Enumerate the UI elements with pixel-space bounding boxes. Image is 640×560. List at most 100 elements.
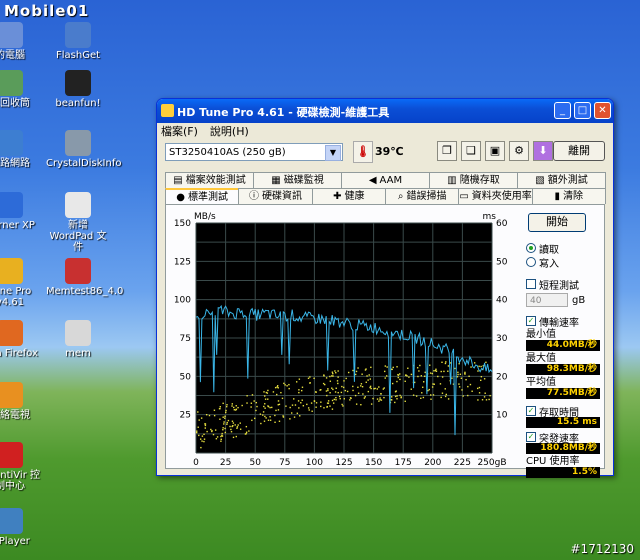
desktop-icon[interactable]: mem xyxy=(46,320,110,359)
access-time-point xyxy=(201,440,203,442)
access-time-point xyxy=(458,386,461,388)
access-time-point xyxy=(220,440,222,442)
access-time-point xyxy=(378,386,380,388)
cpu-value: 1.5% xyxy=(526,467,600,478)
access-time-point xyxy=(239,428,242,430)
desktop-icon[interactable]: 網絡電視 xyxy=(0,382,42,421)
save-button[interactable]: ▣ xyxy=(485,141,505,161)
desktop-icon[interactable]: CrystalDiskInfo xyxy=(46,130,121,169)
desktop-icon[interactable]: MPlayer xyxy=(0,508,42,547)
read-radio[interactable]: 讀取 xyxy=(526,242,606,256)
tab-health[interactable]: ✚ 健康 xyxy=(311,188,386,204)
access-time-point xyxy=(277,400,280,402)
folder-icon: ▭ xyxy=(459,191,469,202)
access-time-point xyxy=(196,431,198,434)
drive-select-value: ST3250410AS (250 gB) xyxy=(169,147,286,158)
title-bar[interactable]: HD Tune Pro 4.61 - 硬碟檢測-維護工具 _ □ ✕ xyxy=(157,99,613,123)
access-time-point xyxy=(396,380,398,383)
access-time-point xyxy=(376,398,379,400)
tab-benchmark[interactable]: ● 標準測試 xyxy=(165,188,240,204)
tab-scan[interactable]: ⌕ 錯誤掃描 xyxy=(384,188,460,204)
copy-image-button[interactable]: ❑ xyxy=(461,141,481,161)
copy-icon: ❐ xyxy=(442,144,452,157)
start-button[interactable]: 開始 xyxy=(528,213,586,232)
desktop-icon[interactable]: Memtest86_4.0 xyxy=(46,258,123,297)
access-time-point xyxy=(263,391,265,393)
tab-disk-monitor[interactable]: ▦ 磁碟監視 xyxy=(253,172,342,188)
access-checkbox[interactable]: ✓ 存取時間 xyxy=(526,405,606,419)
access-time-point xyxy=(410,373,413,376)
desktop-icon[interactable]: ra AntiVir 控制中心 xyxy=(0,442,42,492)
tab-folder[interactable]: ▭ 資料夾使用率 xyxy=(458,188,533,204)
menu-help[interactable]: 說明(H) xyxy=(210,123,249,139)
tab-speaker[interactable]: ◀ AAM xyxy=(341,172,430,188)
access-time-point xyxy=(235,405,237,407)
desktop-icon[interactable]: 源回收筒 xyxy=(0,70,42,109)
desktop-icon[interactable]: 網路網路 xyxy=(0,130,42,169)
access-time-point xyxy=(239,422,241,424)
access-time-point xyxy=(478,392,481,394)
access-time-point xyxy=(444,395,447,398)
desktop-icon[interactable]: 新增 WordPad 文件 xyxy=(46,192,110,253)
access-time-point xyxy=(451,377,453,379)
access-time-point xyxy=(282,415,284,417)
desktop-icon[interactable]: FlashGet xyxy=(46,22,110,61)
access-time-point xyxy=(326,402,329,404)
access-time-point xyxy=(215,438,218,440)
tab-label: AAM xyxy=(379,175,403,186)
access-time-point xyxy=(394,401,396,404)
chevron-down-icon[interactable]: ▼ xyxy=(325,145,341,161)
access-time-point xyxy=(384,365,387,367)
tab-info[interactable]: ⓘ 硬碟資訊 xyxy=(238,188,313,204)
write-radio[interactable]: 寫入 xyxy=(526,256,606,270)
access-time-point xyxy=(422,386,424,388)
menu-file[interactable]: 檔案(F) xyxy=(161,123,198,139)
short-test-checkbox[interactable]: 短程測試 xyxy=(526,278,606,292)
y-left-tick: 100 xyxy=(174,296,191,306)
access-time-point xyxy=(234,424,236,426)
access-time-point xyxy=(456,376,459,378)
size-stepper[interactable]: 40 gB xyxy=(526,293,606,307)
access-time-point xyxy=(343,398,345,400)
access-time-point xyxy=(255,409,257,412)
access-time-point xyxy=(226,404,228,406)
options-button[interactable]: ⚙ xyxy=(509,141,529,161)
access-time-point xyxy=(208,414,211,417)
access-time-point xyxy=(262,414,264,416)
tab-random-access[interactable]: ▥ 隨機存取 xyxy=(429,172,518,188)
desktop-icon[interactable]: zilla Firefox xyxy=(0,320,42,359)
access-time-point xyxy=(320,405,322,408)
close-button[interactable]: ✕ xyxy=(594,102,611,119)
desktop-icon[interactable]: 的電腦 xyxy=(0,22,42,61)
access-time-point xyxy=(445,393,447,396)
tab-erase[interactable]: ▮ 清除 xyxy=(531,188,606,204)
access-time-point xyxy=(237,406,239,409)
burst-checkbox[interactable]: ✓ 突發速率 xyxy=(526,431,606,445)
access-time-point xyxy=(370,366,372,369)
copy-text-button[interactable]: ❐ xyxy=(437,141,457,161)
access-time-point xyxy=(289,406,291,409)
exit-button[interactable]: 離開 xyxy=(553,141,605,161)
access-time-point xyxy=(337,391,339,394)
speaker-icon: ◀ xyxy=(368,175,377,186)
access-time-point xyxy=(307,407,310,409)
desktop-icon[interactable]: beanfun! xyxy=(46,70,110,109)
access-time-point xyxy=(276,385,279,387)
x-tick: 0 xyxy=(193,458,199,468)
access-time-point xyxy=(428,388,431,391)
access-time-point xyxy=(283,382,285,385)
access-time-point xyxy=(410,388,412,390)
tab-file-bench[interactable]: ▤ 檔案效能測試 xyxy=(165,172,254,188)
transfer-checkbox[interactable]: ✓ 傳輸速率 xyxy=(526,315,606,329)
access-time-point xyxy=(459,373,462,375)
download-button[interactable]: ⬇ xyxy=(533,141,553,161)
desktop-icon[interactable]: Burner XP xyxy=(0,192,42,231)
drive-select[interactable]: ST3250410AS (250 gB) ▼ xyxy=(165,143,343,161)
access-time-point xyxy=(447,365,450,367)
desktop-icon[interactable]: Tune Pro v4.61 xyxy=(0,258,42,308)
tab-extra-test[interactable]: ▧ 額外測試 xyxy=(517,172,606,188)
access-time-point xyxy=(203,440,205,443)
maximize-button[interactable]: □ xyxy=(574,102,591,119)
y-left-tick: 125 xyxy=(174,257,191,267)
minimize-button[interactable]: _ xyxy=(554,102,571,119)
